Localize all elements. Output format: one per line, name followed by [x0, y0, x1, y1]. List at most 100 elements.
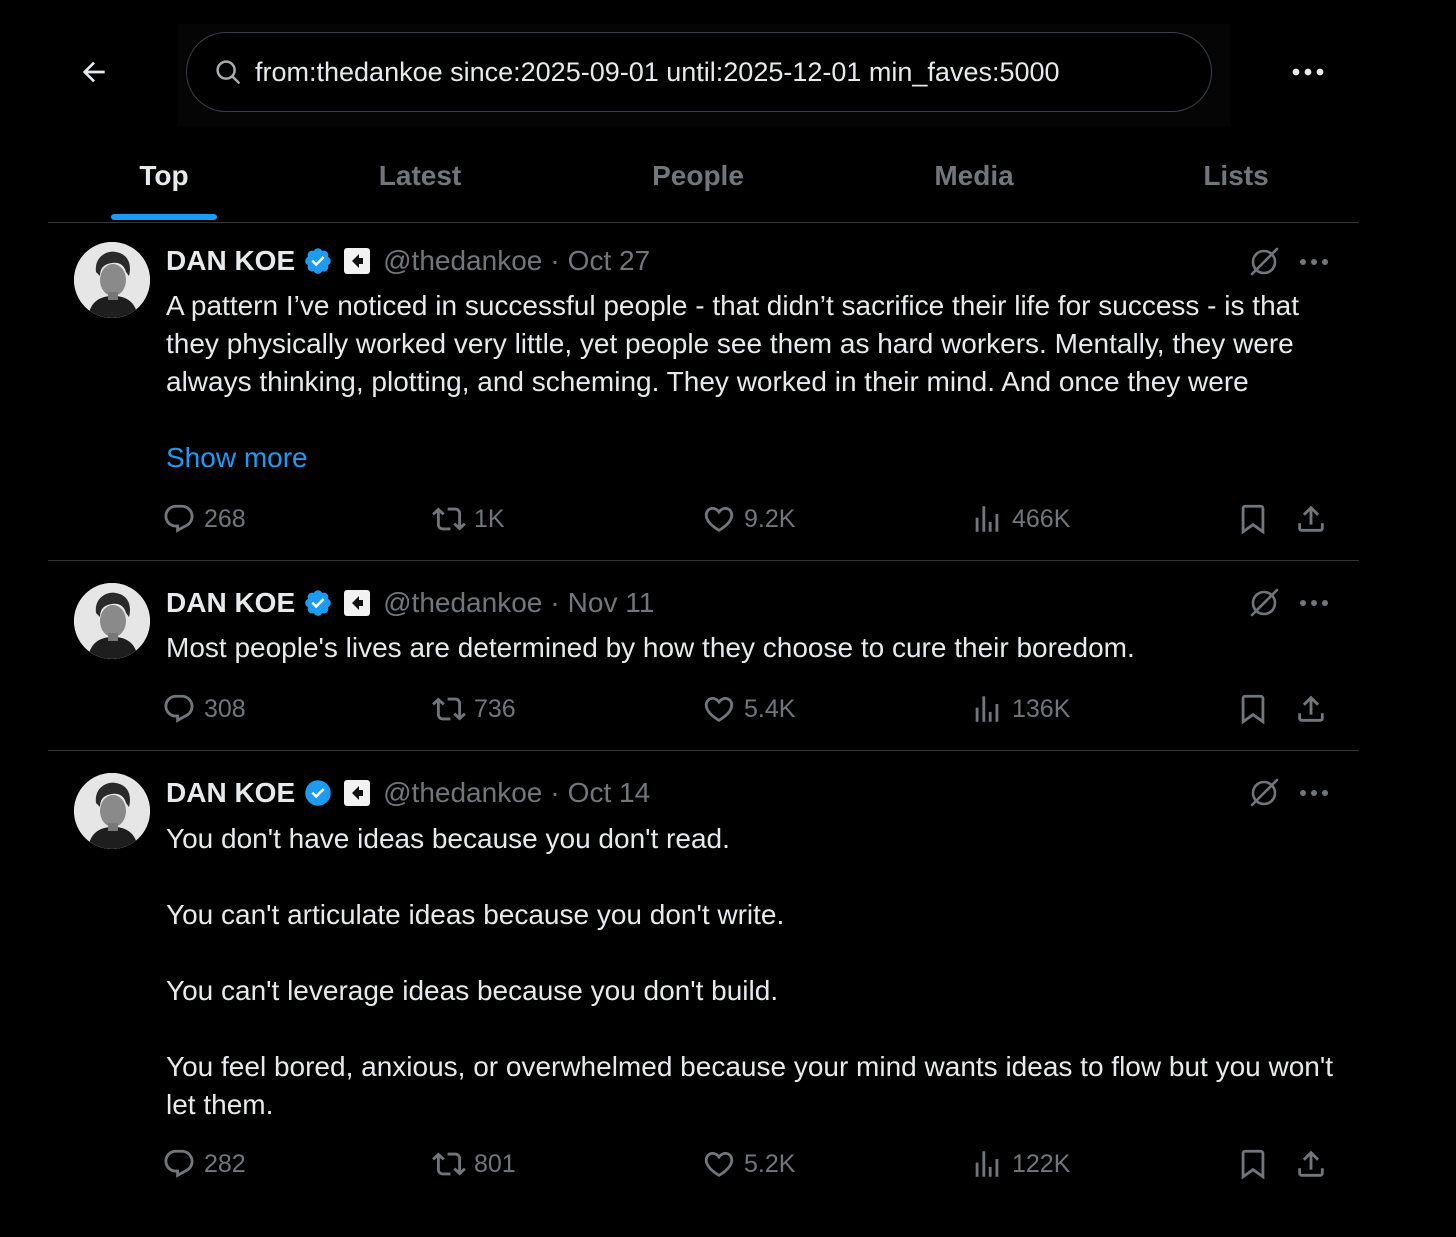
search-input[interactable]	[255, 56, 1155, 88]
post-header: DAN KOE @thedankoe · Oct 27	[166, 241, 650, 281]
tab-people[interactable]: People	[588, 130, 808, 222]
author-name[interactable]: DAN KOE	[166, 777, 295, 809]
tab-lists[interactable]: Lists	[1126, 130, 1346, 222]
arrow-left-icon	[82, 61, 105, 83]
bookmark-button[interactable]	[1236, 1144, 1270, 1184]
post-date[interactable]: Oct 27	[568, 245, 650, 277]
separator-dot: ·	[550, 245, 560, 276]
repost-icon	[432, 1152, 466, 1176]
repost-icon	[432, 507, 466, 531]
post-date[interactable]: Nov 11	[568, 587, 655, 619]
repost-button[interactable]: 736	[432, 689, 516, 729]
reply-button[interactable]: 268	[162, 499, 246, 539]
reply-icon	[164, 694, 194, 723]
views-button[interactable]: 122K	[970, 1144, 1070, 1184]
tab-latest[interactable]: Latest	[310, 130, 530, 222]
post-header: DAN KOE @thedankoe · Nov 11	[166, 583, 654, 623]
author-name[interactable]: DAN KOE	[166, 587, 295, 619]
show-more-link[interactable]: Show more	[166, 439, 308, 477]
search-box[interactable]	[186, 32, 1212, 112]
bookmark-button[interactable]	[1236, 499, 1270, 539]
like-count: 9.2K	[744, 504, 796, 533]
more-horizontal-icon	[1300, 790, 1328, 796]
reply-count: 282	[204, 1149, 246, 1178]
repost-button[interactable]: 1K	[432, 499, 505, 539]
affiliate-badge-icon[interactable]	[343, 247, 371, 275]
tab-top[interactable]: Top	[48, 130, 280, 222]
verified-badge-icon	[303, 778, 333, 808]
like-count: 5.4K	[744, 694, 796, 723]
heart-icon	[704, 696, 734, 722]
repost-count: 1K	[474, 504, 505, 533]
post-more-button[interactable]	[1294, 583, 1334, 623]
grok-icon	[1250, 588, 1279, 617]
grok-icon	[1250, 778, 1279, 807]
more-options-button[interactable]	[1284, 48, 1332, 96]
avatar[interactable]	[74, 583, 150, 659]
active-tab-indicator	[111, 214, 217, 220]
back-button[interactable]	[70, 48, 118, 96]
verified-badge-icon	[303, 588, 333, 618]
author-handle[interactable]: @thedankoe	[383, 777, 542, 809]
author-name[interactable]: DAN KOE	[166, 245, 295, 277]
like-button[interactable]: 5.2K	[702, 1144, 795, 1184]
like-button[interactable]: 9.2K	[702, 499, 795, 539]
heart-icon	[704, 506, 734, 532]
heart-icon	[704, 1151, 734, 1177]
post-more-button[interactable]	[1294, 242, 1334, 282]
post-more-button[interactable]	[1294, 773, 1334, 813]
author-avatar-image	[74, 773, 150, 849]
separator-dot: ·	[550, 587, 560, 618]
grok-button[interactable]	[1244, 242, 1284, 282]
repost-count: 801	[474, 1149, 516, 1178]
share-button[interactable]	[1294, 499, 1328, 539]
author-avatar-image	[74, 242, 150, 318]
tab-media[interactable]: Media	[864, 130, 1084, 222]
share-button[interactable]	[1294, 689, 1328, 729]
post[interactable]: DAN KOE @thedankoe · Oct 27 A pattern I’…	[48, 223, 1359, 560]
post[interactable]: DAN KOE @thedankoe · Nov 11 Most people'…	[48, 561, 1359, 750]
repost-icon	[432, 697, 466, 721]
grok-icon	[1250, 247, 1279, 276]
post-header: DAN KOE @thedankoe · Oct 14	[166, 773, 650, 813]
author-handle[interactable]: @thedankoe	[383, 245, 542, 277]
like-count: 5.2K	[744, 1149, 796, 1178]
reply-icon	[164, 504, 194, 533]
post-actions: 282 801 5.2K 122K	[162, 1144, 1342, 1184]
separator-dot: ·	[550, 777, 560, 808]
grok-button[interactable]	[1244, 773, 1284, 813]
reply-icon	[164, 1149, 194, 1178]
bookmark-icon	[1241, 694, 1265, 725]
views-button[interactable]: 466K	[970, 499, 1070, 539]
views-button[interactable]: 136K	[970, 689, 1070, 729]
post-actions: 308 736 5.4K 136K	[162, 689, 1342, 729]
grok-button[interactable]	[1244, 583, 1284, 623]
avatar[interactable]	[74, 242, 150, 318]
like-button[interactable]: 5.4K	[702, 689, 795, 729]
avatar[interactable]	[74, 773, 150, 849]
views-chart-icon	[975, 506, 999, 532]
author-handle[interactable]: @thedankoe	[383, 587, 542, 619]
views-count: 136K	[1012, 694, 1071, 723]
share-button[interactable]	[1294, 1144, 1328, 1184]
search-tabs: Top Latest People Media Lists	[48, 130, 1359, 222]
post-date[interactable]: Oct 14	[568, 777, 650, 809]
post[interactable]: DAN KOE @thedankoe · Oct 14 You don't ha…	[48, 751, 1359, 1221]
affiliate-badge-icon[interactable]	[343, 589, 371, 617]
bookmark-icon	[1241, 1149, 1265, 1180]
reply-button[interactable]: 308	[162, 689, 246, 729]
verified-badge-icon	[303, 246, 333, 276]
search-icon	[216, 60, 240, 84]
author-avatar-image	[74, 583, 150, 659]
more-horizontal-icon	[1300, 600, 1328, 606]
bookmark-button[interactable]	[1236, 689, 1270, 729]
post-text: A pattern I’ve noticed in successful peo…	[166, 290, 1307, 397]
views-count: 122K	[1012, 1149, 1071, 1178]
share-icon	[1298, 1150, 1324, 1177]
affiliate-badge-icon[interactable]	[343, 779, 371, 807]
post-text: Most people's lives are determined by ho…	[166, 632, 1135, 663]
more-horizontal-icon	[1300, 259, 1328, 265]
reply-button[interactable]: 282	[162, 1144, 246, 1184]
repost-button[interactable]: 801	[432, 1144, 516, 1184]
bookmark-icon	[1241, 504, 1265, 535]
